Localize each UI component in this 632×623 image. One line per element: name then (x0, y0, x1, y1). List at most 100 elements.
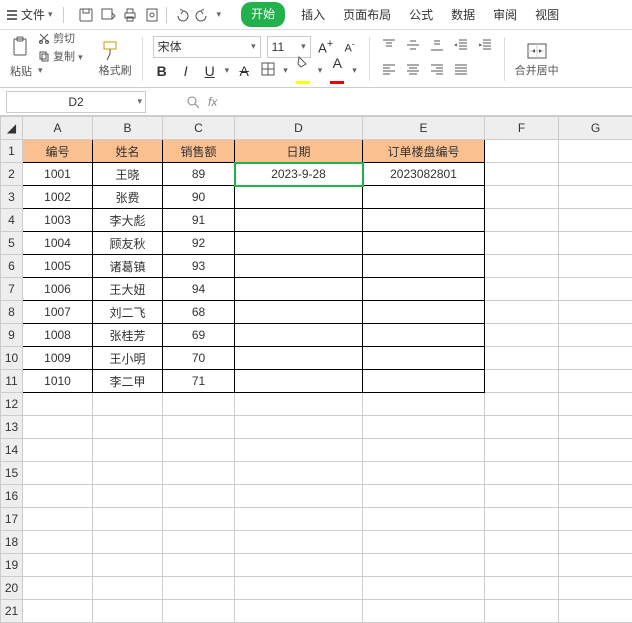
row-header[interactable]: 12 (1, 393, 23, 416)
cell[interactable] (235, 485, 363, 508)
cell[interactable] (559, 508, 632, 531)
cell[interactable] (485, 186, 559, 209)
cell[interactable]: 订单楼盘编号 (363, 140, 485, 163)
col-header-A[interactable]: A (23, 117, 93, 140)
cell[interactable] (363, 439, 485, 462)
cell[interactable] (485, 255, 559, 278)
cell[interactable]: 王晓 (93, 163, 163, 186)
cell[interactable] (235, 531, 363, 554)
cell[interactable]: 1004 (23, 232, 93, 255)
print-preview-icon[interactable] (144, 7, 160, 23)
underline-button[interactable]: U (201, 63, 219, 79)
cell[interactable] (163, 600, 235, 623)
cell[interactable] (363, 531, 485, 554)
cell[interactable]: 编号 (23, 140, 93, 163)
cell[interactable] (163, 393, 235, 416)
font-color-button[interactable]: A (328, 55, 346, 87)
cell[interactable] (363, 186, 485, 209)
cell[interactable] (235, 600, 363, 623)
align-right-icon[interactable] (428, 62, 446, 79)
cell[interactable] (363, 232, 485, 255)
cell[interactable]: 姓名 (93, 140, 163, 163)
cell[interactable] (23, 393, 93, 416)
fill-color-button[interactable] (294, 55, 312, 87)
row-header[interactable]: 2 (1, 163, 23, 186)
row-header[interactable]: 14 (1, 439, 23, 462)
cell[interactable]: 李大彪 (93, 209, 163, 232)
cell[interactable]: 93 (163, 255, 235, 278)
strike-button[interactable]: A (235, 63, 253, 79)
cell[interactable] (485, 577, 559, 600)
row-header[interactable]: 3 (1, 186, 23, 209)
cell[interactable] (363, 209, 485, 232)
cell[interactable]: 70 (163, 347, 235, 370)
row-header[interactable]: 19 (1, 554, 23, 577)
cell[interactable] (485, 462, 559, 485)
row-header[interactable]: 9 (1, 324, 23, 347)
cell[interactable] (93, 554, 163, 577)
cell[interactable] (163, 577, 235, 600)
cell[interactable] (559, 255, 632, 278)
name-box[interactable]: D2 ▾ (6, 91, 146, 113)
cut-button[interactable]: 剪切 (38, 30, 83, 46)
cell[interactable] (559, 163, 632, 186)
cell[interactable] (559, 140, 632, 163)
cell[interactable]: 1005 (23, 255, 93, 278)
cell[interactable] (363, 370, 485, 393)
cell[interactable] (363, 485, 485, 508)
cell[interactable] (23, 577, 93, 600)
cell[interactable] (235, 393, 363, 416)
cell[interactable] (163, 439, 235, 462)
cell[interactable]: 日期 (235, 140, 363, 163)
col-header-C[interactable]: C (163, 117, 235, 140)
cell[interactable] (559, 393, 632, 416)
fx-label[interactable]: fx (208, 95, 217, 109)
cell[interactable] (559, 485, 632, 508)
cell[interactable] (485, 508, 559, 531)
row-header[interactable]: 15 (1, 462, 23, 485)
cell[interactable] (93, 531, 163, 554)
cell[interactable] (485, 140, 559, 163)
cell[interactable] (363, 600, 485, 623)
row-header[interactable]: 10 (1, 347, 23, 370)
merge-cells-icon[interactable] (526, 40, 548, 62)
cell[interactable] (559, 232, 632, 255)
cell[interactable] (163, 508, 235, 531)
cell[interactable] (23, 600, 93, 623)
col-header-E[interactable]: E (363, 117, 485, 140)
col-header-G[interactable]: G (559, 117, 632, 140)
cell[interactable] (363, 577, 485, 600)
format-painter-icon[interactable] (99, 40, 121, 62)
align-bottom-icon[interactable] (428, 38, 446, 55)
border-button[interactable] (259, 62, 277, 79)
row-header[interactable]: 21 (1, 600, 23, 623)
cell[interactable] (23, 531, 93, 554)
cell[interactable] (559, 370, 632, 393)
cell[interactable]: 刘二飞 (93, 301, 163, 324)
cell[interactable] (93, 416, 163, 439)
cell[interactable] (485, 347, 559, 370)
align-top-icon[interactable] (380, 38, 398, 55)
cell[interactable] (163, 531, 235, 554)
cell[interactable] (23, 416, 93, 439)
cell[interactable] (485, 163, 559, 186)
cell[interactable] (163, 416, 235, 439)
cell[interactable]: 王大妞 (93, 278, 163, 301)
cell[interactable]: 顾友秋 (93, 232, 163, 255)
row-header[interactable]: 20 (1, 577, 23, 600)
cell[interactable] (363, 255, 485, 278)
cell[interactable] (363, 278, 485, 301)
italic-button[interactable]: I (177, 63, 195, 79)
cell[interactable] (93, 508, 163, 531)
cell[interactable] (485, 324, 559, 347)
cell[interactable]: 90 (163, 186, 235, 209)
cell[interactable] (485, 531, 559, 554)
cell[interactable] (235, 232, 363, 255)
cell[interactable] (559, 278, 632, 301)
cell[interactable] (485, 439, 559, 462)
row-header[interactable]: 11 (1, 370, 23, 393)
cell[interactable] (485, 301, 559, 324)
cell[interactable]: 89 (163, 163, 235, 186)
cell[interactable] (485, 393, 559, 416)
cell[interactable] (235, 462, 363, 485)
